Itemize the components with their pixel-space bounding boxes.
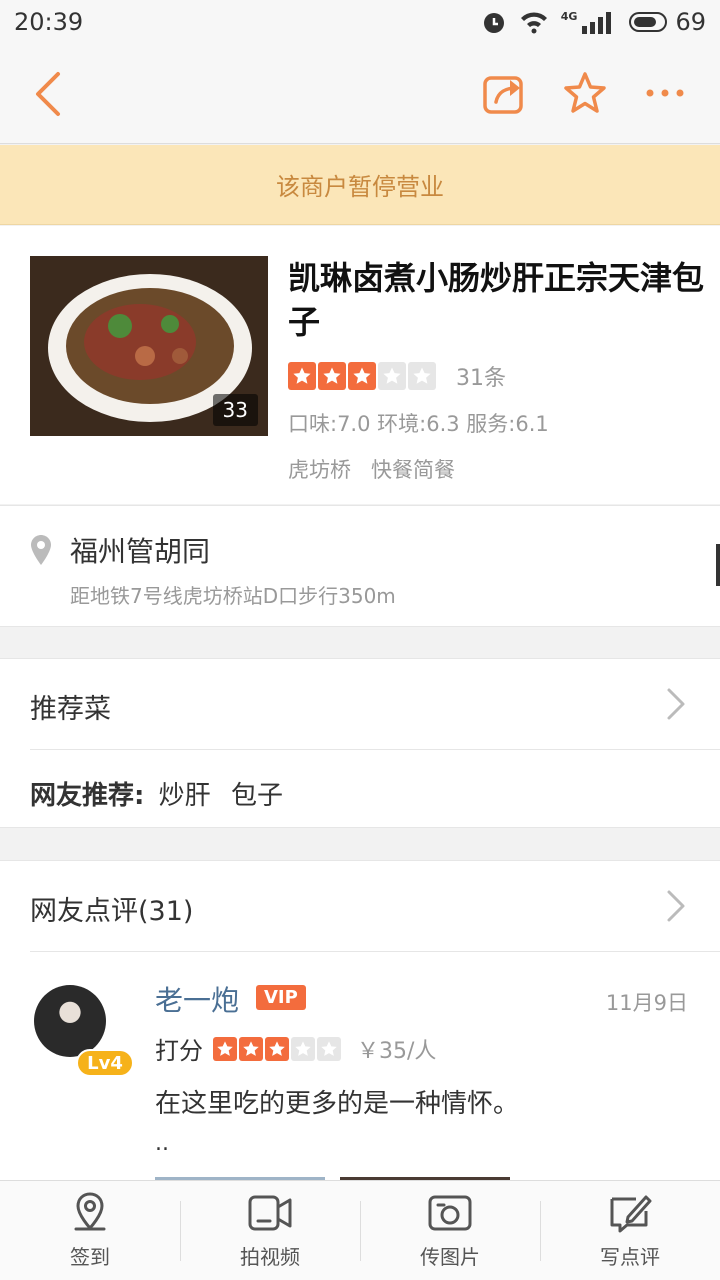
vip-badge: VIP xyxy=(256,985,306,1010)
photo-count: 33 xyxy=(212,394,258,426)
shop-tags: 虎坊桥 快餐简餐 xyxy=(288,454,455,484)
chevron-right-icon[interactable] xyxy=(666,889,686,923)
location-pin-icon xyxy=(31,535,51,565)
recommend-title[interactable]: 推荐菜 xyxy=(30,687,111,726)
score-label: 打分 xyxy=(155,1037,203,1065)
tag-area: 虎坊桥 xyxy=(288,458,351,482)
review-more: .. xyxy=(155,1131,169,1156)
signal-icon xyxy=(582,12,612,34)
shop-scores: 口味:7.0 环境:6.3 服务:6.1 xyxy=(288,412,549,436)
shop-photo[interactable]: 33 xyxy=(30,256,268,436)
recommend-dish[interactable]: 包子 xyxy=(231,781,283,811)
review-rating: 打分 ￥35/人 xyxy=(155,1031,436,1066)
review-username[interactable]: 老一炮 xyxy=(155,979,239,1019)
divider xyxy=(30,951,720,952)
rating-stars xyxy=(288,362,436,390)
wifi-icon xyxy=(520,12,547,34)
star-icon xyxy=(213,1036,237,1061)
rating-row: 31条 xyxy=(288,360,506,392)
chevron-right-icon[interactable] xyxy=(666,687,686,721)
back-arrow-icon[interactable] xyxy=(30,70,70,118)
star-icon xyxy=(378,362,406,390)
battery-level: 69 xyxy=(675,8,706,36)
checkin-button[interactable]: 签到 xyxy=(0,1181,180,1280)
alarm-icon xyxy=(483,13,504,33)
star-icon xyxy=(408,362,436,390)
write-review-icon xyxy=(610,1195,652,1233)
star-icon xyxy=(288,362,316,390)
divider xyxy=(30,749,720,750)
location-pin-icon xyxy=(74,1192,106,1231)
recommend-dish[interactable]: 炒肝 xyxy=(159,781,211,811)
network-label: 4G xyxy=(560,9,578,23)
write-review-button[interactable]: 写点评 xyxy=(540,1181,720,1280)
tab-label: 传图片 xyxy=(420,1245,480,1269)
battery: 69 xyxy=(629,8,706,36)
star-icon xyxy=(348,362,376,390)
battery-icon xyxy=(629,12,668,32)
tab-label: 拍视频 xyxy=(240,1245,300,1269)
tab-label: 写点评 xyxy=(600,1245,660,1269)
avatar[interactable] xyxy=(34,985,106,1057)
review-text[interactable]: 在这里吃的更多的是一种情怀。 xyxy=(155,1083,519,1120)
shop-name: 凯琳卤煮小肠炒肝正宗天津包子 xyxy=(288,259,705,341)
bottom-action-bar: 签到 拍视频 传图片 写点评 xyxy=(0,1180,720,1280)
top-nav-bar xyxy=(0,44,720,144)
phone-divider xyxy=(716,544,720,586)
star-icon xyxy=(317,1036,341,1061)
reviews-section: 网友点评(31) Lv4 老一炮 VIP 11月9日 打分 ￥35/人 在这里吃… xyxy=(0,860,720,1183)
review-count: 31条 xyxy=(456,366,506,391)
shop-info-card[interactable]: 33 凯琳卤煮小肠炒肝正宗天津包子 31条 口味:7.0 环境:6.3 服务:6… xyxy=(0,226,720,504)
tab-label: 签到 xyxy=(70,1245,110,1269)
closed-notice: 该商户暂停营业 xyxy=(0,145,720,225)
video-camera-icon xyxy=(248,1195,292,1231)
recommend-line: 网友推荐: 炒肝 包子 xyxy=(30,775,289,812)
star-icon xyxy=(239,1036,263,1061)
review-stars xyxy=(213,1036,341,1061)
star-icon xyxy=(291,1036,315,1061)
review-date: 11月9日 xyxy=(605,991,688,1015)
photo-icon xyxy=(428,1195,472,1231)
recommended-dishes: 推荐菜 网友推荐: 炒肝 包子 xyxy=(0,658,720,828)
review-price: ￥35/人 xyxy=(357,1038,437,1064)
upload-photo-button[interactable]: 传图片 xyxy=(360,1181,540,1280)
star-icon xyxy=(318,362,346,390)
status-bar: 20:39 4G 69 xyxy=(0,0,720,44)
recommend-label: 网友推荐: xyxy=(30,781,145,811)
star-icon[interactable] xyxy=(562,70,608,116)
reviews-title[interactable]: 网友点评(31) xyxy=(30,889,193,928)
address-row[interactable]: 福州管胡同 距地铁7号线虎坊桥站D口步行350m xyxy=(0,505,720,627)
more-icon[interactable] xyxy=(644,72,686,114)
level-badge: Lv4 xyxy=(76,1049,134,1077)
tag-category: 快餐简餐 xyxy=(371,458,455,482)
status-time: 20:39 xyxy=(14,8,84,36)
star-icon xyxy=(265,1036,289,1061)
record-video-button[interactable]: 拍视频 xyxy=(180,1181,360,1280)
status-icons: 4G 69 xyxy=(481,8,706,36)
address-subway: 距地铁7号线虎坊桥站D口步行350m xyxy=(70,584,396,608)
address-name: 福州管胡同 xyxy=(70,535,211,568)
share-icon[interactable] xyxy=(482,70,528,116)
